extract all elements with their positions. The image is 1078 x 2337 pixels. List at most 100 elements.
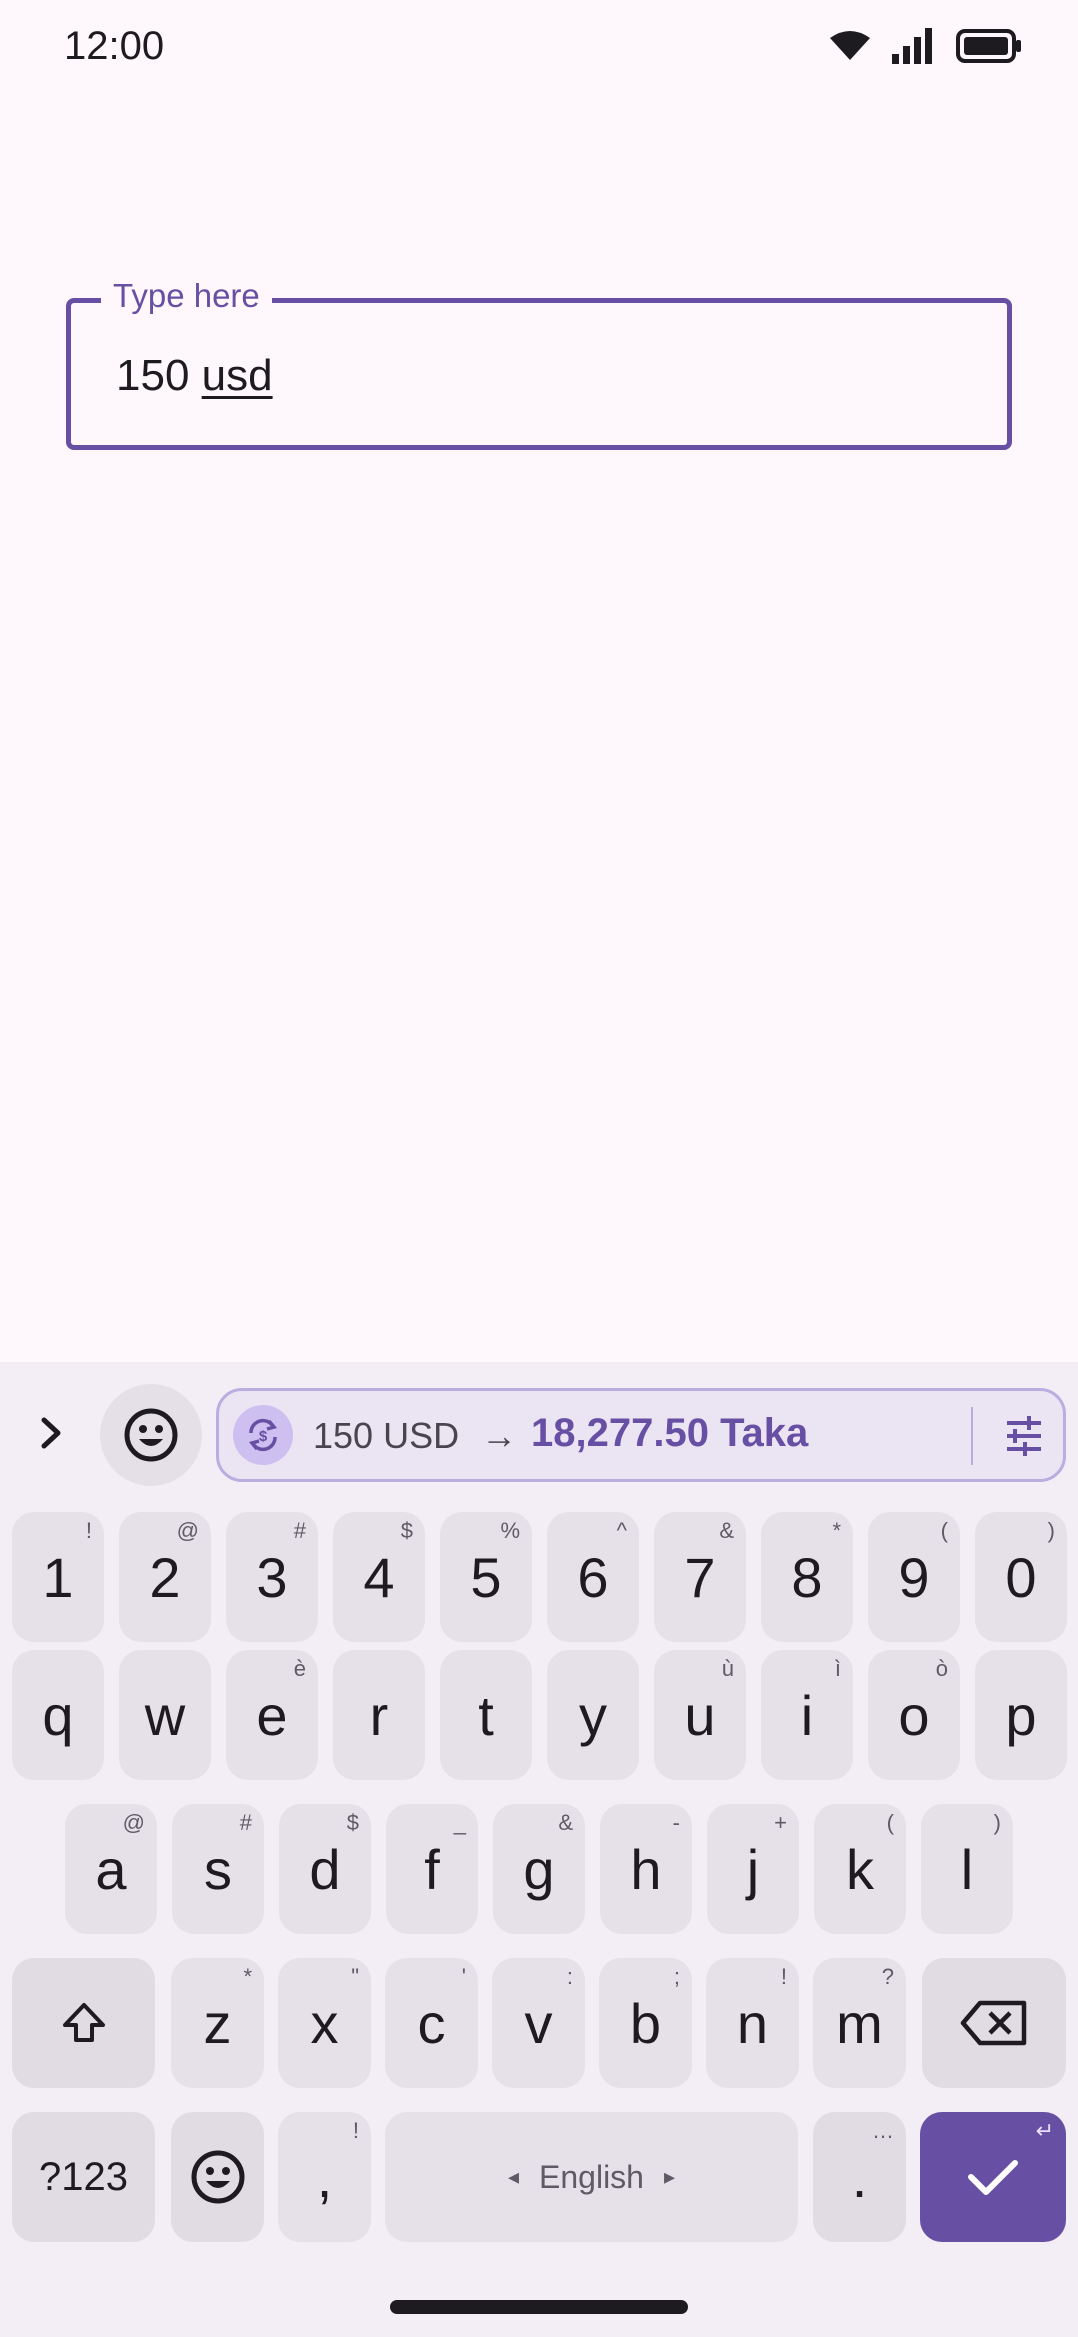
key-secondary-label: ( — [940, 1518, 948, 1543]
emoji-toolbar-button[interactable] — [100, 1384, 202, 1486]
key-row1-8[interactable]: òo — [868, 1650, 960, 1780]
key-row2-1[interactable]: # s — [172, 1804, 264, 1934]
key-row3-4[interactable]: ; b — [599, 1958, 692, 2088]
key-label: v — [524, 1991, 553, 2055]
emoji-key[interactable] — [171, 2112, 264, 2242]
key-label: 9 — [898, 1545, 930, 1609]
chip-divider — [971, 1407, 973, 1465]
symbols-key-label: ?123 — [39, 2154, 128, 2199]
key-row2-7[interactable]: (k — [814, 1804, 906, 1934]
key-secondary-label: * — [243, 1964, 252, 1989]
symbols-key[interactable]: ?123 — [12, 2112, 155, 2242]
key-secondary-label: è — [293, 1656, 306, 1681]
key-label: h — [630, 1837, 662, 1901]
key-secondary-label: - — [672, 1810, 680, 1835]
key-row2-4[interactable]: & g — [493, 1804, 585, 1934]
key-label: 7 — [684, 1545, 716, 1609]
space-key[interactable]: ◂ English ▸ — [385, 2112, 798, 2242]
key-label: i — [800, 1683, 814, 1747]
key-label: 1 — [42, 1545, 74, 1609]
key-row3-6[interactable]: ? m — [813, 1958, 906, 2088]
key-row1-2[interactable]: èe — [226, 1650, 318, 1780]
key-row3-3[interactable]: :v — [492, 1958, 585, 2088]
space-arrow-left: ◂ — [507, 2164, 520, 2189]
currency-convert-icon: $ — [233, 1405, 293, 1465]
key-row1-9[interactable]: p — [975, 1650, 1067, 1780]
enter-key[interactable]: ↵ — [920, 2112, 1066, 2242]
key-secondary-label: ì — [834, 1656, 841, 1681]
shift-key[interactable] — [12, 1958, 155, 2088]
key-row1-5[interactable]: y — [547, 1650, 639, 1780]
key-row2-6[interactable]: + j — [707, 1804, 799, 1934]
key-number-row-8[interactable]: (9 — [868, 1512, 960, 1642]
navigation-handle[interactable] — [390, 2300, 688, 2314]
key-label: q — [42, 1683, 74, 1747]
key-row1-6[interactable]: ùu — [654, 1650, 746, 1780]
key-label: 5 — [470, 1545, 502, 1609]
key-label: n — [736, 1991, 769, 2055]
key-secondary-label: ^ — [616, 1518, 627, 1543]
key-secondary-label: $ — [400, 1518, 413, 1543]
key-row1-3[interactable]: r — [333, 1650, 425, 1780]
key-label: l — [960, 1837, 974, 1901]
key-number-row-6[interactable]: & 7 — [654, 1512, 746, 1642]
keyboard-toolbar: $ 150 USD → 18,277.50 Taka — [0, 1362, 1078, 1502]
key-label: u — [684, 1683, 716, 1747]
key-secondary-label: ) — [993, 1810, 1001, 1835]
key-number-row-3[interactable]: $4 — [333, 1512, 425, 1642]
key-label: k — [846, 1837, 874, 1901]
battery-icon — [956, 29, 1021, 63]
key-label: o — [898, 1683, 930, 1747]
key-secondary-label: ; — [673, 1964, 680, 1989]
key-number-row-4[interactable]: % 5 — [440, 1512, 532, 1642]
key-secondary-label: ! — [780, 1964, 787, 1989]
key-row3-2[interactable]: ' c — [385, 1958, 478, 2088]
text-field-value[interactable]: 150 usd — [116, 351, 273, 401]
key-row1-1[interactable]: w — [119, 1650, 211, 1780]
key-secondary-label: @ — [122, 1810, 145, 1835]
backspace-key[interactable] — [922, 1958, 1066, 2088]
key-number-row-1[interactable]: @2 — [119, 1512, 211, 1642]
key-row1-4[interactable]: t — [440, 1650, 532, 1780]
key-label: f — [424, 1837, 440, 1901]
key-number-row-7[interactable]: * 8 — [761, 1512, 853, 1642]
key-row2-5[interactable]: -h — [600, 1804, 692, 1934]
key-row2-0[interactable]: @ a — [65, 1804, 157, 1934]
key-label: b — [629, 1991, 662, 2055]
key-number-row-9[interactable]: ) 0 — [975, 1512, 1067, 1642]
key-secondary-label: _ — [453, 1810, 466, 1835]
text-input-field[interactable]: Type here 150 usd — [66, 277, 1012, 450]
emoji-icon — [124, 1408, 178, 1462]
period-key[interactable]: … . — [813, 2112, 906, 2242]
keyboard: $ 150 USD → 18,277.50 Taka ! 1 @2 #3 $4% 5 ^ 6 &… — [0, 1362, 1078, 2337]
key-number-row-2[interactable]: #3 — [226, 1512, 318, 1642]
key-label: c — [417, 1991, 446, 2055]
key-number-row-5[interactable]: ^ 6 — [547, 1512, 639, 1642]
key-label: 0 — [1005, 1545, 1037, 1609]
key-row1-0[interactable]: q — [12, 1650, 104, 1780]
key-row2-8[interactable]: ) l — [921, 1804, 1013, 1934]
key-secondary-label: % — [500, 1518, 520, 1543]
key-label: w — [144, 1683, 186, 1747]
comma-key[interactable]: ! , — [278, 2112, 371, 2242]
comma-key-label: , — [316, 2145, 333, 2209]
key-secondary-label: ) — [1047, 1518, 1055, 1543]
key-row3-5[interactable]: ! n — [706, 1958, 799, 2088]
shift-icon — [62, 2003, 105, 2042]
key-label: 2 — [149, 1545, 181, 1609]
tune-icon[interactable] — [999, 1411, 1049, 1461]
currency-conversion-suggestion[interactable]: $ 150 USD → 18,277.50 Taka — [216, 1388, 1066, 1482]
key-row3-1[interactable]: " x — [278, 1958, 371, 2088]
key-row3-0[interactable]: * z — [171, 1958, 264, 2088]
key-row2-2[interactable]: $ d — [279, 1804, 371, 1934]
key-number-row-0[interactable]: ! 1 — [12, 1512, 104, 1642]
key-label: e — [256, 1683, 288, 1747]
key-row1-7[interactable]: ìi — [761, 1650, 853, 1780]
key-label: 4 — [363, 1545, 395, 1609]
key-label: s — [204, 1837, 232, 1901]
composing-word: usd — [201, 351, 273, 400]
chevron-right-icon[interactable] — [28, 1410, 74, 1456]
key-label: r — [369, 1683, 389, 1747]
key-row2-3[interactable]: _ f — [386, 1804, 478, 1934]
key-label: 3 — [256, 1545, 288, 1609]
